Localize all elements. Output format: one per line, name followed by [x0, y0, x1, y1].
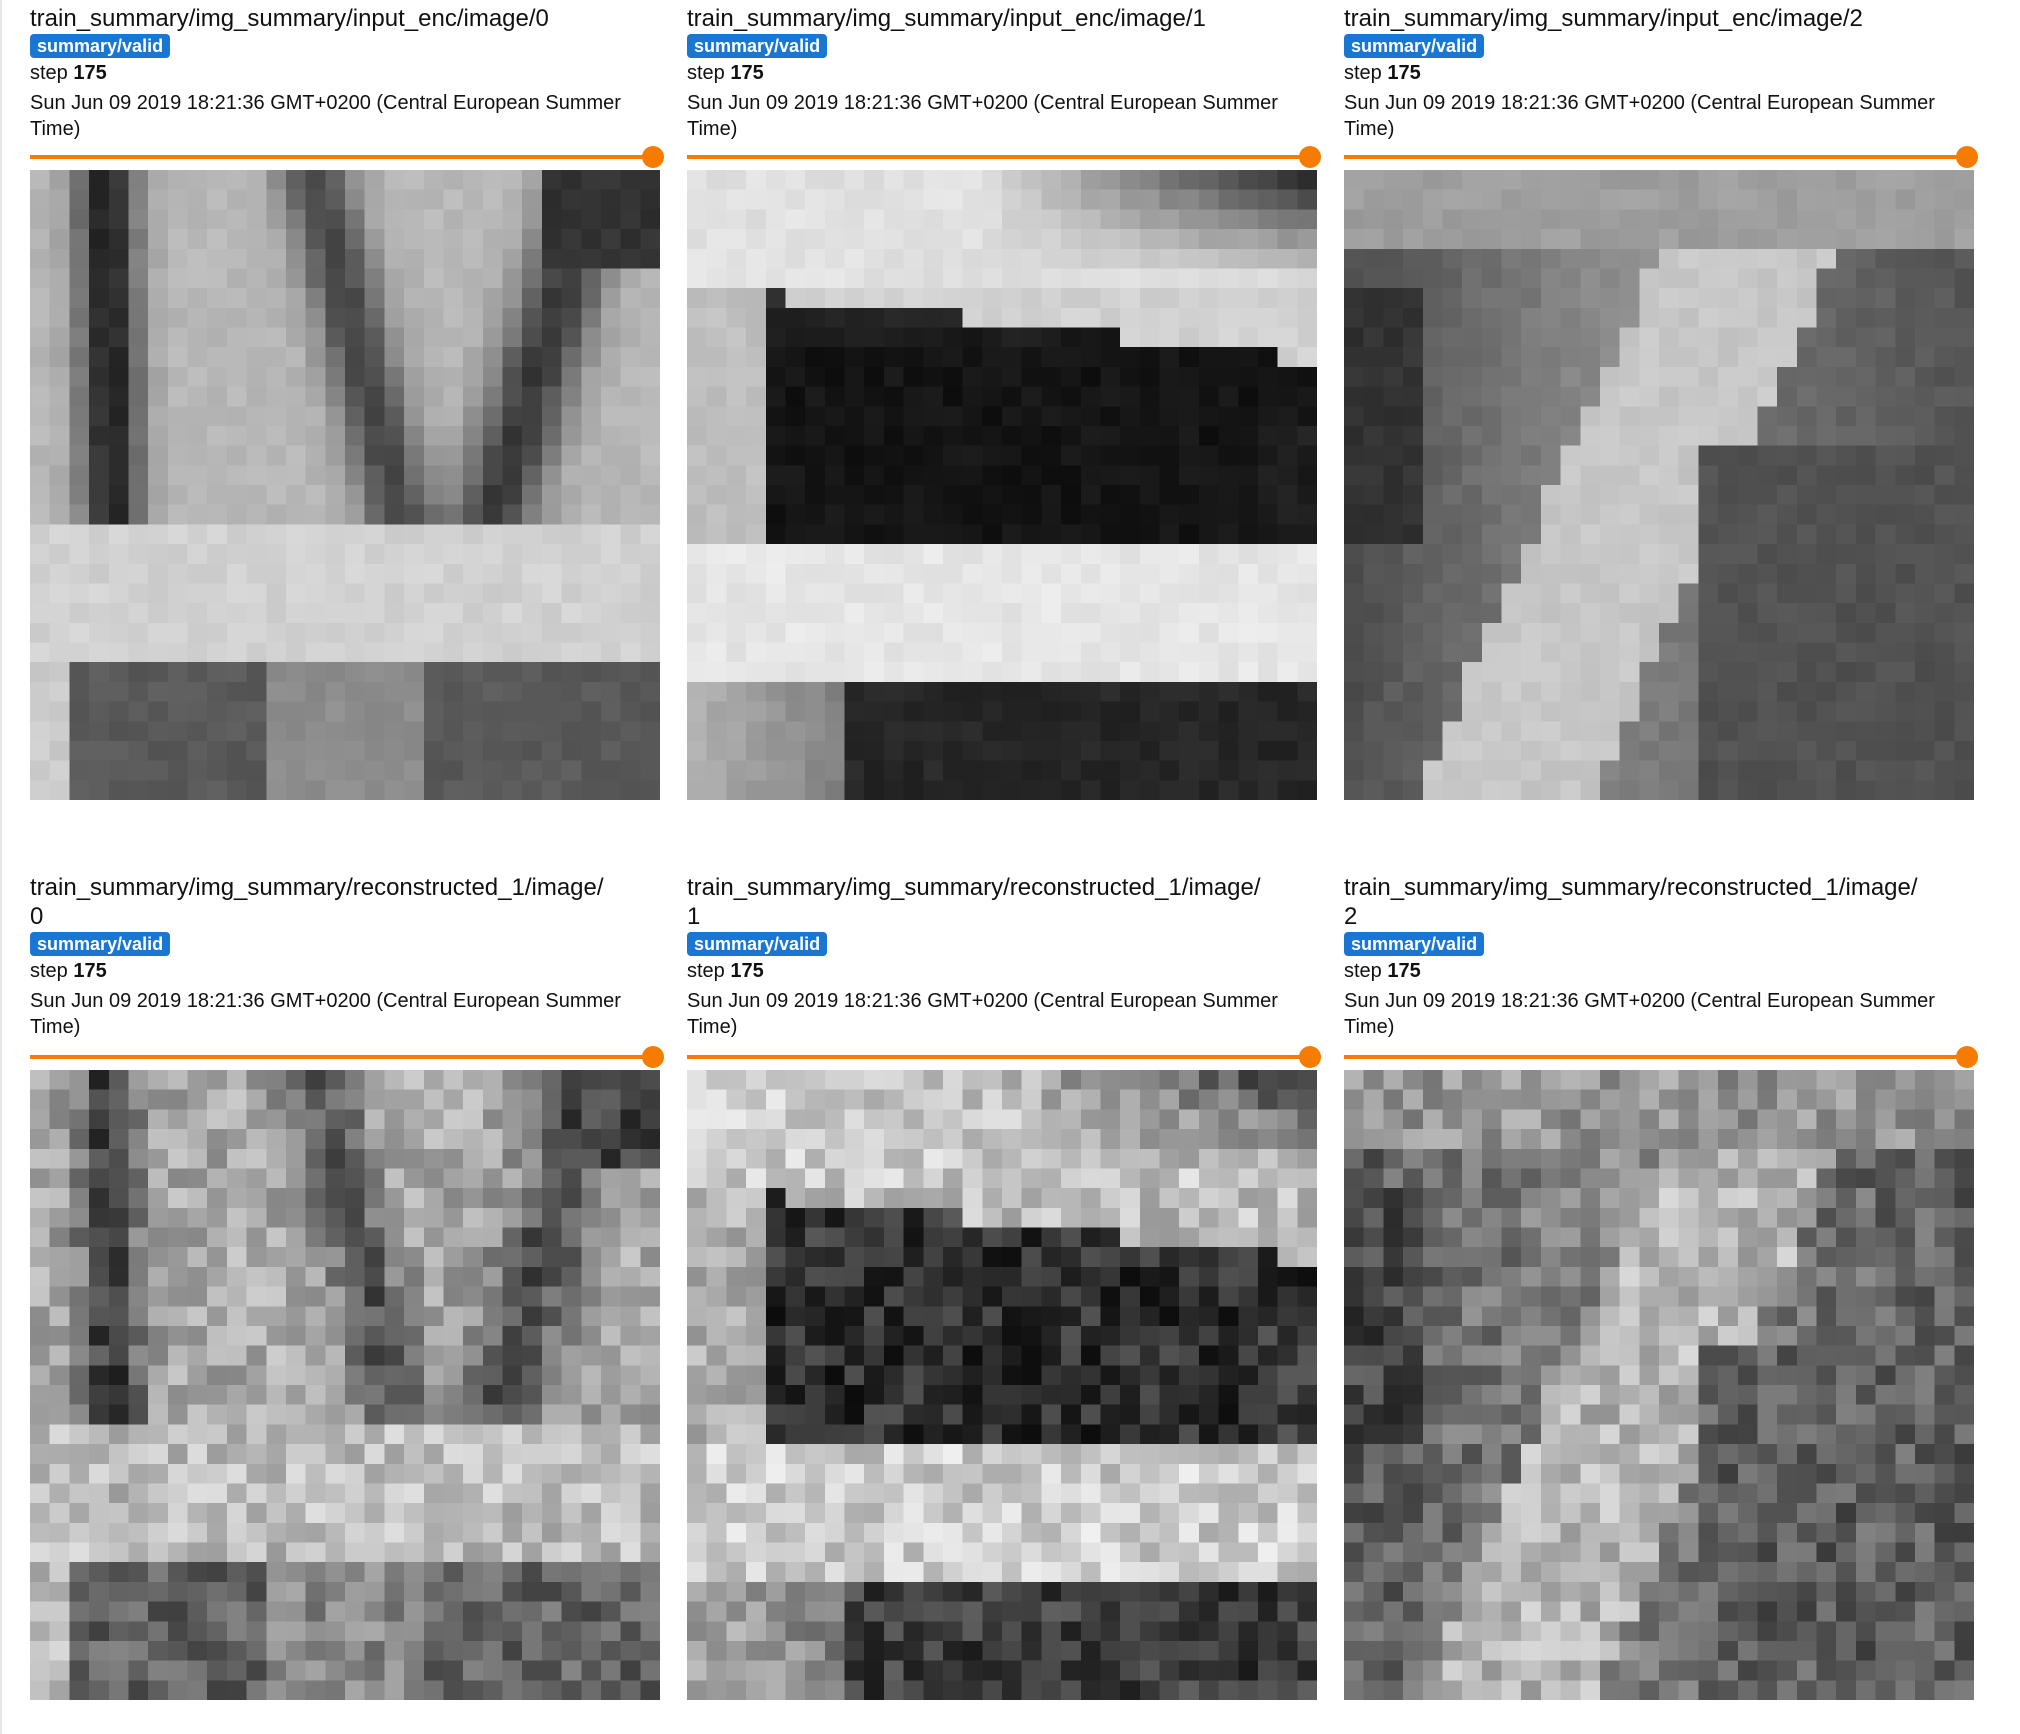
image-card: train_summary/img_summary/input_enc/imag…	[687, 4, 1317, 142]
slider-thumb[interactable]	[1956, 1046, 1978, 1068]
card-title: train_summary/img_summary/input_enc/imag…	[687, 5, 1206, 32]
step-line: step 175	[687, 60, 1317, 86]
timestamp: Sun Jun 09 2019 18:21:36 GMT+0200 (Centr…	[30, 92, 621, 140]
step-line: step 175	[30, 60, 660, 86]
run-tag: summary/valid	[1344, 932, 1485, 956]
step-slider[interactable]	[1344, 146, 1978, 168]
image-card: train_summary/img_summary/reconstructed_…	[687, 873, 1317, 1040]
step-label: step	[1344, 960, 1382, 982]
slider-track[interactable]	[30, 155, 660, 159]
summary-image	[1344, 1070, 1974, 1700]
summary-image	[1344, 170, 1974, 800]
timestamp: Sun Jun 09 2019 18:21:36 GMT+0200 (Centr…	[687, 990, 1278, 1038]
step-label: step	[30, 960, 68, 982]
slider-thumb[interactable]	[1299, 146, 1321, 168]
slider-thumb[interactable]	[642, 146, 664, 168]
card-title: train_summary/img_summary/reconstructed_…	[30, 874, 604, 930]
step-value: 175	[73, 960, 107, 982]
step-slider[interactable]	[30, 146, 664, 168]
summary-image	[30, 1070, 660, 1700]
step-slider[interactable]	[687, 146, 1321, 168]
step-line: step 175	[1344, 60, 1974, 86]
slider-track[interactable]	[1344, 155, 1974, 159]
step-value: 175	[73, 62, 107, 84]
image-card: train_summary/img_summary/input_enc/imag…	[30, 4, 660, 142]
card-title: train_summary/img_summary/reconstructed_…	[1344, 874, 1918, 930]
slider-thumb[interactable]	[642, 1046, 664, 1068]
image-card: train_summary/img_summary/input_enc/imag…	[1344, 4, 1974, 142]
summary-image	[30, 170, 660, 800]
step-line: step 175	[1344, 958, 1974, 984]
timestamp: Sun Jun 09 2019 18:21:36 GMT+0200 (Centr…	[1344, 92, 1935, 140]
step-label: step	[687, 960, 725, 982]
slider-track[interactable]	[687, 155, 1317, 159]
slider-thumb[interactable]	[1299, 1046, 1321, 1068]
slider-thumb[interactable]	[1956, 146, 1978, 168]
summary-image-canvas	[30, 170, 660, 800]
summary-image-canvas	[687, 1070, 1317, 1700]
card-title: train_summary/img_summary/input_enc/imag…	[30, 5, 549, 32]
step-label: step	[30, 62, 68, 84]
run-tag: summary/valid	[687, 932, 828, 956]
timestamp: Sun Jun 09 2019 18:21:36 GMT+0200 (Centr…	[687, 92, 1278, 140]
step-label: step	[1344, 62, 1382, 84]
summary-image-canvas	[30, 1070, 660, 1700]
slider-track[interactable]	[30, 1055, 660, 1059]
run-tag: summary/valid	[1344, 34, 1485, 58]
step-value: 175	[730, 62, 764, 84]
step-slider[interactable]	[687, 1046, 1321, 1068]
summary-image	[687, 1070, 1317, 1700]
summary-image-canvas	[687, 170, 1317, 800]
run-tag: summary/valid	[687, 34, 828, 58]
step-value: 175	[730, 960, 764, 982]
summary-image-canvas	[1344, 170, 1974, 800]
run-tag: summary/valid	[30, 932, 171, 956]
slider-track[interactable]	[687, 1055, 1317, 1059]
step-line: step 175	[30, 958, 660, 984]
timestamp: Sun Jun 09 2019 18:21:36 GMT+0200 (Centr…	[1344, 990, 1935, 1038]
run-tag: summary/valid	[30, 34, 171, 58]
step-line: step 175	[687, 958, 1317, 984]
step-label: step	[687, 62, 725, 84]
step-value: 175	[1387, 960, 1421, 982]
summary-image	[687, 170, 1317, 800]
step-value: 175	[1387, 62, 1421, 84]
step-slider[interactable]	[30, 1046, 664, 1068]
image-card: train_summary/img_summary/reconstructed_…	[1344, 873, 1974, 1040]
summary-image-canvas	[1344, 1070, 1974, 1700]
card-title: train_summary/img_summary/reconstructed_…	[687, 874, 1261, 930]
slider-track[interactable]	[1344, 1055, 1974, 1059]
step-slider[interactable]	[1344, 1046, 1978, 1068]
image-grid: train_summary/img_summary/input_enc/imag…	[0, 0, 2020, 1734]
image-card: train_summary/img_summary/reconstructed_…	[30, 873, 660, 1040]
timestamp: Sun Jun 09 2019 18:21:36 GMT+0200 (Centr…	[30, 990, 621, 1038]
card-title: train_summary/img_summary/input_enc/imag…	[1344, 5, 1863, 32]
